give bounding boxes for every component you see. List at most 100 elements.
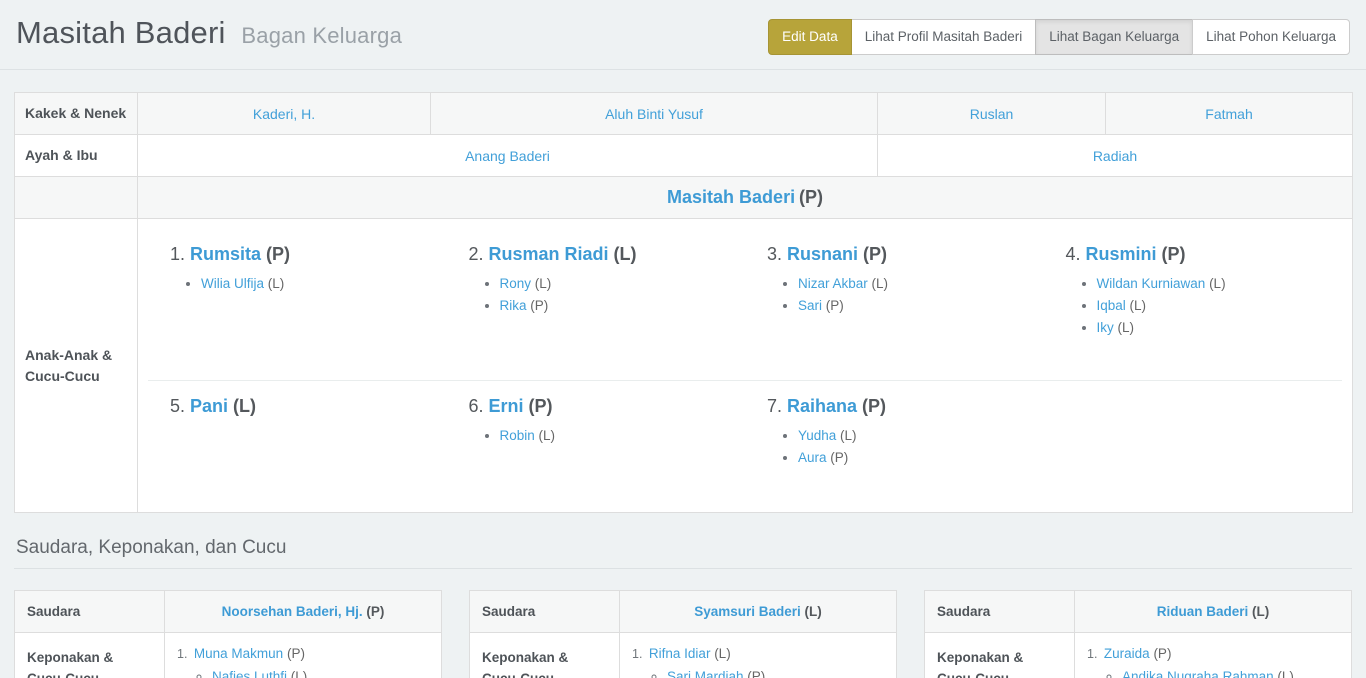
gender-tag: (L)	[228, 396, 256, 416]
page: { "colors": { "link_blue": "#42a0d9", "o…	[0, 0, 1366, 678]
sibling-table: SaudaraSyamsuri Baderi (L)Keponakan & Cu…	[469, 590, 897, 678]
nephew-children-list: Nafies Luthfi (L)	[212, 666, 429, 678]
grandchild-item: Nizar Akbar (L)	[798, 273, 1034, 295]
grandchild-name-link[interactable]: Nizar Akbar	[798, 276, 868, 291]
nephews-row: Keponakan & Cucu-Cucu 1. Zuraida (P) Andik…	[925, 633, 1352, 678]
gender-tag: (L)	[1205, 276, 1225, 291]
person-row: Masitah Baderi (P)	[15, 177, 1353, 219]
child-card: 3. Rusnani (P)Nizar Akbar (L)Sari (P)	[745, 229, 1044, 380]
view-profile-button[interactable]: Lihat Profil Masitah Baderi	[851, 19, 1037, 55]
grandparent-name-link[interactable]: Ruslan	[970, 106, 1014, 122]
view-family-chart-button[interactable]: Lihat Bagan Keluarga	[1035, 19, 1193, 55]
row-label-nephews: Keponakan & Cucu-Cucu	[925, 633, 1075, 678]
grandchild-item: Sari Mardiah (P)	[667, 666, 884, 678]
sibling-name-link[interactable]: Noorsehan Baderi, Hj.	[222, 604, 363, 619]
grandchild-item: Wildan Kurniawan (L)	[1097, 273, 1333, 295]
child-name-link[interactable]: Rumsita	[190, 244, 261, 264]
gender-tag: (L)	[1114, 320, 1134, 335]
child-number: 6.	[469, 396, 489, 416]
grandparent-cell: Ruslan	[878, 93, 1106, 135]
gender-tag: (P)	[799, 187, 823, 207]
parent-name-link[interactable]: Radiah	[1093, 148, 1137, 164]
gender-tag: (P)	[827, 450, 849, 465]
sibling-header-row: SaudaraSyamsuri Baderi (L)	[470, 591, 897, 633]
grandchild-name-link[interactable]: Aura	[798, 450, 827, 465]
gender-tag: (L)	[801, 604, 822, 619]
grandchild-item: Aura (P)	[798, 447, 1034, 469]
nephew-children-list: Sari Mardiah (P)	[667, 666, 884, 678]
gender-tag: (L)	[710, 646, 730, 661]
grandparents-row: Kakek & Nenek Kaderi, H. Aluh Binti Yusu…	[15, 93, 1353, 135]
child-name-link[interactable]: Pani	[190, 396, 228, 416]
grandparent-name-link[interactable]: Fatmah	[1205, 106, 1252, 122]
gender-tag: (P)	[822, 298, 844, 313]
child-name-link[interactable]: Rusmini	[1086, 244, 1157, 264]
nephew-number: 1.	[177, 647, 191, 661]
grandchildren-list: Wildan Kurniawan (L)Iqbal (L)Iky (L)	[1097, 273, 1333, 339]
child-name-link[interactable]: Erni	[489, 396, 524, 416]
child-heading: 1. Rumsita (P)	[170, 244, 437, 265]
family-chart-table: Kakek & Nenek Kaderi, H. Aluh Binti Yusu…	[14, 92, 1353, 513]
grandchild-name-link[interactable]: Rika	[500, 298, 527, 313]
grandchild-name-link[interactable]: Wilia Ulfija	[201, 276, 264, 291]
child-number: 4.	[1066, 244, 1086, 264]
nephew-item: 1. Zuraida (P)	[1087, 643, 1339, 665]
sibling-header-row: SaudaraNoorsehan Baderi, Hj. (P)	[15, 591, 442, 633]
grandchildren-list: Robin (L)	[500, 425, 736, 447]
child-name-link[interactable]: Raihana	[787, 396, 857, 416]
child-name-link[interactable]: Rusnani	[787, 244, 858, 264]
view-button-group: Edit Data Lihat Profil Masitah Baderi Li…	[768, 19, 1350, 55]
grandchildren-list: Yudha (L) Aura (P)	[798, 425, 1034, 469]
sibling-tables: SaudaraNoorsehan Baderi, Hj. (P)Keponaka…	[14, 590, 1352, 678]
nephew-name-link[interactable]: Zuraida	[1104, 646, 1150, 661]
gender-tag: (L)	[836, 428, 856, 443]
row-label-sibling: Saudara	[15, 591, 165, 633]
grandchild-item: Nafies Luthfi (L)	[212, 666, 429, 678]
grandchild-name-link[interactable]: Iky	[1097, 320, 1114, 335]
row-label-person	[15, 177, 138, 219]
sibling-name-link[interactable]: Syamsuri Baderi	[694, 604, 801, 619]
nephew-name-link[interactable]: Rifna Idiar	[649, 646, 711, 661]
child-number: 7.	[767, 396, 787, 416]
child-number: 1.	[170, 244, 190, 264]
child-card: 4. Rusmini (P)Wildan Kurniawan (L)Iqbal …	[1044, 229, 1343, 380]
grandchild-item: Robin (L)	[500, 425, 736, 447]
view-family-tree-button[interactable]: Lihat Pohon Keluarga	[1192, 19, 1350, 55]
nephew-number: 1.	[632, 647, 646, 661]
sibling-name-link[interactable]: Riduan Baderi	[1157, 604, 1249, 619]
parent-cell: Anang Baderi	[138, 135, 878, 177]
edit-data-button[interactable]: Edit Data	[768, 19, 852, 55]
child-heading: 6. Erni (P)	[469, 396, 736, 417]
sibling-table: SaudaraRiduan Baderi (L)Keponakan & Cucu…	[924, 590, 1352, 678]
nephews-row: Keponakan & Cucu-Cucu1. Muna Makmun (P)N…	[15, 633, 442, 678]
child-card: 7. Raihana (P) Yudha (L) Aura (P)	[745, 380, 1044, 502]
grandchild-name-link[interactable]: Sari Mardiah	[667, 669, 744, 678]
grandchild-name-link[interactable]: Robin	[500, 428, 535, 443]
row-label-nephews: Keponakan & Cucu-Cucu	[15, 633, 165, 678]
grandchild-name-link[interactable]: Andika Nugraha Rahman	[1122, 669, 1274, 678]
row-label-parents: Ayah & Ibu	[15, 135, 138, 177]
sibling-name-cell: Noorsehan Baderi, Hj. (P)	[165, 591, 442, 633]
nephew-name-link[interactable]: Muna Makmun	[194, 646, 283, 661]
grandchild-name-link[interactable]: Nafies Luthfi	[212, 669, 287, 678]
person-cell: Masitah Baderi (P)	[138, 177, 1353, 219]
child-heading: 4. Rusmini (P)	[1066, 244, 1333, 265]
parent-name-link[interactable]: Anang Baderi	[465, 148, 550, 164]
grandchild-name-link[interactable]: Rony	[500, 276, 532, 291]
gender-tag: (P)	[261, 244, 290, 264]
grandchild-name-link[interactable]: Wildan Kurniawan	[1097, 276, 1206, 291]
page-subtitle: Bagan Keluarga	[241, 23, 402, 48]
person-name-link[interactable]: Masitah Baderi	[667, 187, 795, 207]
grandchildren-list: Wilia Ulfija (L)	[201, 273, 437, 295]
grandchild-name-link[interactable]: Iqbal	[1097, 298, 1126, 313]
grandchild-name-link[interactable]: Yudha	[798, 428, 836, 443]
child-name-link[interactable]: Rusman Riadi	[489, 244, 609, 264]
grandparent-name-link[interactable]: Kaderi, H.	[253, 106, 315, 122]
nephews-row: Keponakan & Cucu-Cucu1. Rifna Idiar (L)S…	[470, 633, 897, 678]
grandparent-name-link[interactable]: Aluh Binti Yusuf	[605, 106, 703, 122]
children-row: Anak-Anak & Cucu-Cucu 1. Rumsita (P)Wili…	[15, 219, 1353, 513]
section-title: Saudara, Keponakan, dan Cucu	[16, 537, 1350, 559]
grandchild-name-link[interactable]: Sari	[798, 298, 822, 313]
gender-tag: (P)	[363, 604, 385, 619]
parents-row: Ayah & Ibu Anang Baderi Radiah	[15, 135, 1353, 177]
